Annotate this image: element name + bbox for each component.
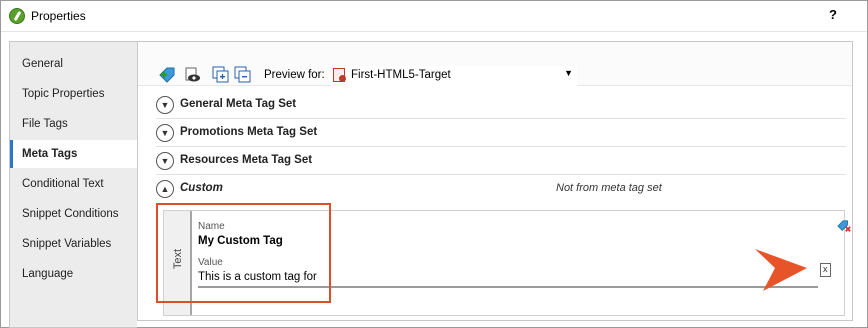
callout-highlight-box xyxy=(156,203,331,303)
sidebar-item-language[interactable]: Language xyxy=(10,260,137,288)
add-tag-icon[interactable] xyxy=(158,66,176,84)
dropdown-arrow-icon[interactable]: ▼ xyxy=(564,68,573,78)
section-label: General Meta Tag Set xyxy=(180,98,297,110)
divider xyxy=(156,174,846,175)
target-icon xyxy=(333,68,346,82)
chevron-up-icon[interactable]: ▲ xyxy=(156,180,174,198)
collapse-all-icon[interactable] xyxy=(234,66,252,84)
sidebar: General Topic Properties File Tags Meta … xyxy=(9,41,138,328)
section-label: Promotions Meta Tag Set xyxy=(180,126,318,138)
divider xyxy=(156,146,846,147)
custom-section-note: Not from meta tag set xyxy=(556,182,662,194)
sidebar-item-topic-properties[interactable]: Topic Properties xyxy=(10,80,137,108)
delete-tag-icon[interactable] xyxy=(837,219,851,233)
section-promotions-meta-tag-set[interactable]: ▼ Promotions Meta Tag Set xyxy=(156,120,846,146)
title-bar: Properties ? xyxy=(1,1,867,32)
toolbar: Preview for: First-HTML5-Target ▼ xyxy=(138,42,852,86)
chevron-down-icon[interactable]: ▼ xyxy=(156,96,174,114)
sidebar-item-meta-tags[interactable]: Meta Tags xyxy=(10,140,138,168)
expand-all-icon[interactable] xyxy=(212,66,230,84)
chevron-down-icon[interactable]: ▼ xyxy=(156,124,174,142)
sidebar-item-conditional-text[interactable]: Conditional Text xyxy=(10,170,137,198)
preview-target-value: First-HTML5-Target xyxy=(351,69,451,81)
properties-window: Properties ? General Topic Properties Fi… xyxy=(0,0,868,328)
preview-icon[interactable] xyxy=(184,66,202,84)
edit-value-icon[interactable] xyxy=(820,263,831,277)
section-resources-meta-tag-set[interactable]: ▼ Resources Meta Tag Set xyxy=(156,148,846,174)
section-label: Resources Meta Tag Set xyxy=(180,154,313,166)
section-label: Custom xyxy=(180,182,223,194)
divider xyxy=(156,118,846,119)
sidebar-item-snippet-conditions[interactable]: Snippet Conditions xyxy=(10,200,137,228)
help-button[interactable]: ? xyxy=(829,7,837,22)
window-title: Properties xyxy=(31,9,86,23)
sidebar-item-snippet-variables[interactable]: Snippet Variables xyxy=(10,230,137,258)
callout-arrow-icon xyxy=(755,249,807,291)
chevron-down-icon[interactable]: ▼ xyxy=(156,152,174,170)
section-general-meta-tag-set[interactable]: ▼ General Meta Tag Set xyxy=(156,92,846,118)
app-logo-icon xyxy=(9,8,25,24)
sidebar-item-file-tags[interactable]: File Tags xyxy=(10,110,137,138)
preview-for-label: Preview for: xyxy=(264,69,325,81)
preview-target-select[interactable]: First-HTML5-Target ▼ xyxy=(331,66,577,86)
section-custom[interactable]: ▲ Custom Not from meta tag set xyxy=(156,176,846,202)
sidebar-item-general[interactable]: General xyxy=(10,50,137,78)
